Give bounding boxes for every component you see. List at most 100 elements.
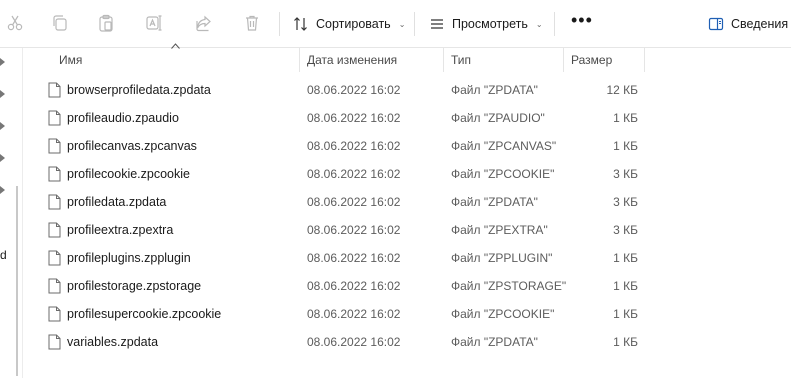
delete-icon[interactable] — [242, 13, 262, 33]
file-name: profilesupercookie.zpcookie — [67, 307, 222, 321]
file-size: 1 КБ — [613, 335, 638, 349]
file-icon — [48, 166, 61, 182]
column-header-size[interactable]: Размер — [571, 48, 612, 72]
file-type: Файл "ZPCOOKIE" — [451, 167, 555, 181]
file-row[interactable]: profileaudio.zpaudio 08.06.2022 16:02 Фа… — [42, 104, 662, 132]
nav-item-label[interactable]: d — [0, 248, 7, 262]
file-size: 1 КБ — [613, 139, 638, 153]
file-name: profilestorage.zpstorage — [67, 279, 202, 293]
file-type: Файл "ZPDATA" — [451, 83, 538, 97]
toolbar-separator — [554, 12, 555, 36]
file-icon — [48, 306, 61, 322]
details-label: Сведения — [731, 17, 789, 31]
file-date: 08.06.2022 16:02 — [307, 307, 401, 321]
expand-arrow-icon[interactable] — [0, 90, 5, 98]
command-bar: Сортировать ⌄ Просмотреть ⌄ ••• Сведения — [0, 0, 791, 48]
pane-divider[interactable] — [22, 48, 23, 378]
file-icon — [48, 250, 61, 266]
file-date: 08.06.2022 16:02 — [307, 195, 401, 209]
file-row[interactable]: profilesupercookie.zpcookie 08.06.2022 1… — [42, 300, 662, 328]
expand-arrow-icon[interactable] — [0, 58, 5, 66]
view-list-icon — [431, 19, 443, 29]
toolbar-separator — [279, 12, 280, 36]
paste-icon[interactable] — [96, 13, 116, 33]
file-name: profileextra.zpextra — [67, 223, 174, 237]
file-type: Файл "ZPAUDIO" — [451, 111, 545, 125]
file-date: 08.06.2022 16:02 — [307, 139, 401, 153]
details-pane-button[interactable]: Сведения — [708, 12, 788, 36]
details-pane-icon — [708, 17, 724, 31]
file-size: 3 КБ — [613, 195, 638, 209]
sort-label: Сортировать — [316, 17, 391, 31]
file-name: variables.zpdata — [67, 335, 159, 349]
file-size: 1 КБ — [613, 279, 638, 293]
more-options-button[interactable]: ••• — [571, 11, 593, 33]
column-header-name[interactable]: Имя — [59, 48, 82, 72]
file-icon — [48, 222, 61, 238]
file-icon — [48, 138, 61, 154]
file-icon — [48, 278, 61, 294]
file-type: Файл "ZPCANVAS" — [451, 139, 557, 153]
file-name: browserprofiledata.zpdata — [67, 83, 211, 97]
navigation-scrollbar[interactable] — [16, 186, 18, 376]
file-row[interactable]: profilestorage.zpstorage 08.06.2022 16:0… — [42, 272, 662, 300]
file-date: 08.06.2022 16:02 — [307, 335, 401, 349]
view-label: Просмотреть — [452, 17, 528, 31]
file-type: Файл "ZPPLUGIN" — [451, 251, 553, 265]
file-row[interactable]: profilecookie.zpcookie 08.06.2022 16:02 … — [42, 160, 662, 188]
toolbar-separator — [414, 12, 415, 36]
file-row[interactable]: browserprofiledata.zpdata 08.06.2022 16:… — [42, 76, 662, 104]
expand-arrow-icon[interactable] — [0, 122, 5, 130]
file-date: 08.06.2022 16:02 — [307, 223, 401, 237]
file-type: Файл "ZPCOOKIE" — [451, 307, 555, 321]
file-name: profiledata.zpdata — [67, 195, 167, 209]
file-type: Файл "ZPDATA" — [451, 335, 538, 349]
sort-icon — [294, 17, 307, 31]
cut-icon[interactable] — [5, 13, 25, 33]
file-date: 08.06.2022 16:02 — [307, 251, 401, 265]
file-name: profilecookie.zpcookie — [67, 167, 190, 181]
file-row[interactable]: variables.zpdata 08.06.2022 16:02 Файл "… — [42, 328, 662, 356]
file-list: browserprofiledata.zpdata 08.06.2022 16:… — [42, 76, 662, 356]
file-size: 1 КБ — [613, 251, 638, 265]
file-row[interactable]: profileextra.zpextra 08.06.2022 16:02 Фа… — [42, 216, 662, 244]
file-icon — [48, 82, 61, 98]
file-size: 3 КБ — [613, 223, 638, 237]
file-row[interactable]: profilecanvas.zpcanvas 08.06.2022 16:02 … — [42, 132, 662, 160]
expand-arrow-icon[interactable] — [0, 154, 5, 162]
file-icon — [48, 110, 61, 126]
file-icon — [48, 334, 61, 350]
rename-icon[interactable] — [144, 13, 164, 33]
file-row[interactable]: profileplugins.zpplugin 08.06.2022 16:02… — [42, 244, 662, 272]
file-size: 1 КБ — [613, 111, 638, 125]
column-divider[interactable] — [644, 48, 645, 72]
file-size: 1 КБ — [613, 307, 638, 321]
chevron-down-icon: ⌄ — [535, 19, 543, 29]
file-date: 08.06.2022 16:02 — [307, 83, 401, 97]
file-name: profileaudio.zpaudio — [67, 111, 179, 125]
file-date: 08.06.2022 16:02 — [307, 167, 401, 181]
column-divider[interactable] — [443, 48, 444, 72]
column-header-date[interactable]: Дата изменения — [307, 48, 397, 72]
expand-arrow-icon[interactable] — [0, 186, 5, 194]
file-type: Файл "ZPSTORAGE" — [451, 279, 567, 293]
file-name: profilecanvas.zpcanvas — [67, 139, 197, 153]
file-date: 08.06.2022 16:02 — [307, 111, 401, 125]
sort-button[interactable]: Сортировать ⌄ — [293, 12, 405, 36]
column-divider[interactable] — [563, 48, 564, 72]
file-size: 12 КБ — [606, 83, 638, 97]
chevron-down-icon: ⌄ — [398, 19, 406, 29]
file-type: Файл "ZPDATA" — [451, 195, 538, 209]
file-name: profileplugins.zpplugin — [67, 251, 191, 265]
file-icon — [48, 194, 61, 210]
view-button[interactable]: Просмотреть ⌄ — [429, 12, 543, 36]
copy-icon[interactable] — [50, 13, 70, 33]
column-header-row: Имя Дата изменения Тип Размер — [42, 48, 652, 72]
file-date: 08.06.2022 16:02 — [307, 279, 401, 293]
column-divider[interactable] — [299, 48, 300, 72]
file-size: 3 КБ — [613, 167, 638, 181]
file-type: Файл "ZPEXTRA" — [451, 223, 548, 237]
column-header-type[interactable]: Тип — [451, 48, 471, 72]
file-row[interactable]: profiledata.zpdata 08.06.2022 16:02 Файл… — [42, 188, 662, 216]
share-icon[interactable] — [193, 13, 213, 33]
